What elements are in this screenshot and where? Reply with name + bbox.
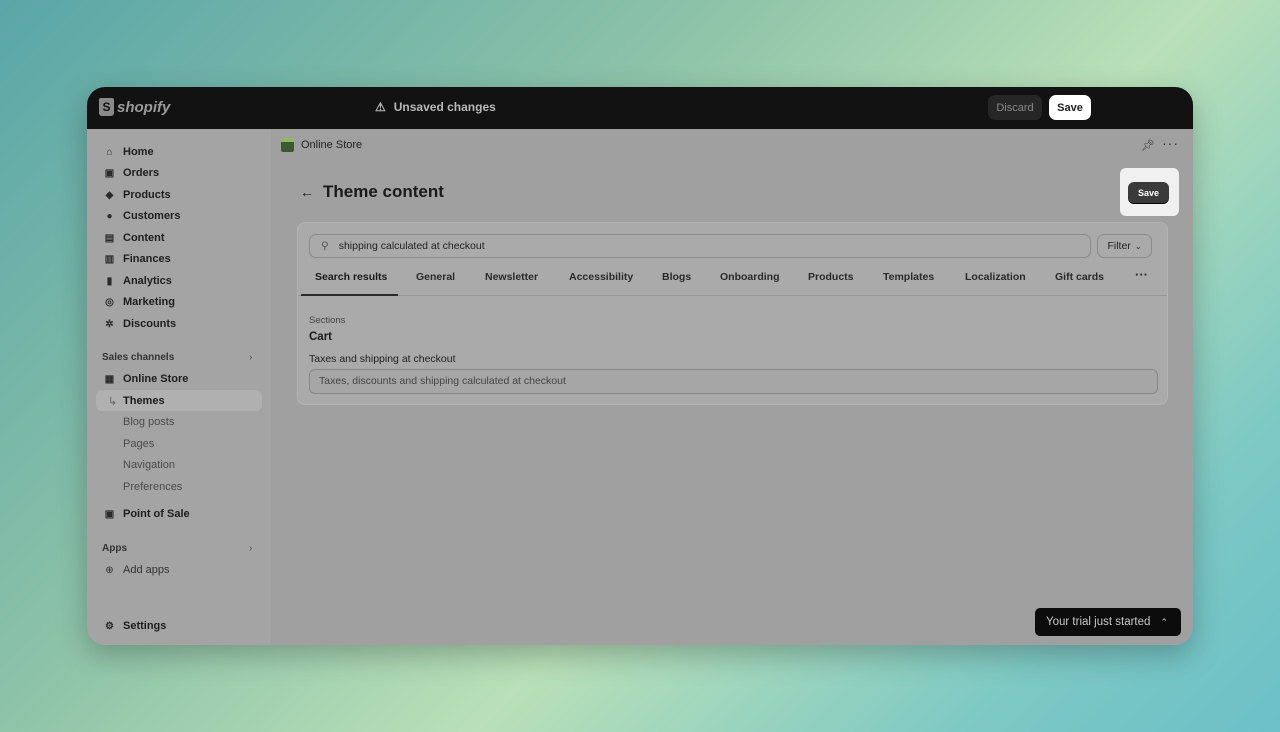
search-value: shipping calculated at checkout bbox=[338, 240, 485, 252]
target-icon: ◎ bbox=[105, 296, 114, 308]
pos-icon: ▣ bbox=[104, 508, 115, 520]
active-tab-indicator bbox=[301, 294, 398, 296]
chevron-right-icon[interactable]: › bbox=[249, 543, 252, 554]
shopify-bag-icon: S bbox=[99, 98, 114, 116]
sidebar-item-point-of-sale[interactable]: ▣ Point of Sale bbox=[104, 508, 190, 520]
sections-label: Sections bbox=[309, 315, 346, 326]
label: Settings bbox=[123, 620, 167, 632]
label: Add apps bbox=[123, 564, 170, 576]
label: Home bbox=[123, 146, 154, 158]
tab-gift-cards[interactable]: Gift cards bbox=[1055, 271, 1104, 283]
tab-accessibility[interactable]: Accessibility bbox=[569, 271, 633, 283]
tab-bar: Search results General Newsletter Access… bbox=[298, 263, 1167, 296]
themes-label[interactable]: Themes bbox=[123, 395, 165, 407]
bank-icon: ▥ bbox=[104, 253, 115, 265]
taxes-shipping-field[interactable]: Taxes, discounts and shipping calculated… bbox=[309, 369, 1158, 394]
logo-text: shopify bbox=[117, 98, 171, 116]
sidebar-item-marketing[interactable]: ◎ Marketing bbox=[104, 296, 175, 308]
tag-icon: ◆ bbox=[105, 189, 114, 201]
tab-general[interactable]: General bbox=[416, 271, 455, 283]
sidebar-item-home[interactable]: ⌂ Home bbox=[104, 146, 154, 158]
sidebar-item-settings[interactable]: ⚙ Settings bbox=[104, 620, 166, 632]
tab-products[interactable]: Products bbox=[808, 271, 854, 283]
label: Orders bbox=[123, 167, 160, 179]
inbox-icon: ▣ bbox=[104, 167, 115, 179]
sidebar-item-content[interactable]: ▤ Content bbox=[104, 232, 165, 244]
status-text: Unsaved changes bbox=[393, 100, 496, 114]
label: Discounts bbox=[123, 318, 177, 330]
save-button-top[interactable]: Save bbox=[1049, 95, 1091, 120]
more-options-icon[interactable]: ··· bbox=[1162, 135, 1179, 151]
search-icon: ⚲ bbox=[321, 240, 329, 252]
more-tabs-icon[interactable]: ··· bbox=[1135, 267, 1148, 282]
page-header: ← Theme content bbox=[300, 182, 444, 202]
main-content: Online Store 📌︎ ··· ← Theme content Save … bbox=[271, 129, 1193, 645]
online-store-icon bbox=[281, 138, 294, 152]
app-window: Sshopify ⚠ Unsaved changes Discard Save ⌂… bbox=[87, 87, 1193, 645]
sidebar-item-discounts[interactable]: ✲ Discounts bbox=[104, 318, 176, 330]
label: Analytics bbox=[123, 275, 172, 287]
person-icon: ● bbox=[106, 210, 113, 222]
sidebar-item-products[interactable]: ◆ Products bbox=[104, 189, 171, 201]
sidebar-item-online-store[interactable]: ▦ Online Store bbox=[104, 373, 189, 385]
save-button[interactable]: Save bbox=[1128, 182, 1169, 203]
home-icon: ⌂ bbox=[106, 146, 113, 158]
pin-icon[interactable]: 📌︎ bbox=[1141, 139, 1155, 152]
tab-templates[interactable]: Templates bbox=[883, 271, 934, 283]
sidebar-item-navigation[interactable]: Navigation bbox=[123, 459, 175, 471]
sidebar-item-analytics[interactable]: ▮ Analytics bbox=[104, 275, 172, 287]
label: Finances bbox=[123, 253, 171, 265]
label: Online Store bbox=[123, 373, 189, 385]
trial-banner[interactable]: Your trial just started ⌃ bbox=[1035, 608, 1181, 636]
add-apps-link[interactable]: ⊕ Add apps bbox=[104, 564, 169, 576]
chevron-up-icon: ⌃ bbox=[1160, 616, 1168, 627]
unsaved-status: ⚠ Unsaved changes bbox=[375, 100, 496, 114]
trial-text: Your trial just started bbox=[1046, 616, 1151, 628]
label: Marketing bbox=[123, 296, 175, 308]
gear-icon: ⚙ bbox=[105, 620, 114, 632]
tree-connector-icon: ↳ bbox=[108, 396, 118, 408]
field-label: Taxes and shipping at checkout bbox=[309, 353, 456, 365]
sidebar-item-blog-posts[interactable]: Blog posts bbox=[123, 416, 174, 428]
tab-blogs[interactable]: Blogs bbox=[662, 271, 691, 283]
apps-heading[interactable]: Apps bbox=[102, 543, 127, 554]
sidebar-item-customers[interactable]: ● Customers bbox=[104, 210, 180, 222]
image-icon: ▤ bbox=[104, 232, 115, 244]
chevron-down-icon: ⌄ bbox=[1134, 241, 1142, 251]
page-title: Theme content bbox=[323, 182, 444, 201]
sidebar-item-orders[interactable]: ▣ Orders bbox=[104, 167, 159, 179]
label: Customers bbox=[123, 210, 181, 222]
sidebar-item-preferences[interactable]: Preferences bbox=[123, 481, 182, 493]
filter-label: Filter bbox=[1107, 240, 1131, 252]
search-input[interactable]: ⚲ shipping calculated at checkout bbox=[309, 234, 1091, 258]
breadcrumb[interactable]: Online Store bbox=[281, 138, 362, 152]
bar-chart-icon: ▮ bbox=[106, 275, 113, 287]
store-icon: ▦ bbox=[104, 373, 115, 385]
theme-content-card: ⚲ shipping calculated at checkout Filter ⌄… bbox=[297, 222, 1168, 405]
chevron-right-icon[interactable]: › bbox=[249, 352, 252, 363]
sidebar: ⌂ Home ▣ Orders ◆ Products ● Customers ▤ Cont… bbox=[87, 129, 271, 645]
tab-newsletter[interactable]: Newsletter bbox=[485, 271, 538, 283]
tab-search-results[interactable]: Search results bbox=[315, 271, 387, 283]
discount-icon: ✲ bbox=[105, 318, 114, 330]
top-bar: Sshopify ⚠ Unsaved changes Discard Save bbox=[87, 87, 1193, 129]
label: Content bbox=[123, 232, 165, 244]
label: Point of Sale bbox=[123, 508, 190, 520]
plus-circle-icon: ⊕ bbox=[105, 564, 114, 576]
sidebar-item-finances[interactable]: ▥ Finances bbox=[104, 253, 171, 265]
back-arrow-icon[interactable]: ← bbox=[300, 184, 314, 200]
shopify-logo[interactable]: Sshopify bbox=[99, 98, 170, 116]
sidebar-item-pages[interactable]: Pages bbox=[123, 438, 154, 450]
label: Products bbox=[123, 189, 171, 201]
section-title: Cart bbox=[309, 331, 333, 343]
breadcrumb-label: Online Store bbox=[301, 139, 363, 151]
discard-button[interactable]: Discard bbox=[988, 95, 1042, 120]
sidebar-item-themes[interactable] bbox=[96, 390, 262, 411]
filter-button[interactable]: Filter ⌄ bbox=[1097, 234, 1152, 258]
tab-localization[interactable]: Localization bbox=[965, 271, 1026, 283]
tab-onboarding[interactable]: Onboarding bbox=[720, 271, 780, 283]
warning-icon: ⚠ bbox=[375, 100, 386, 114]
sales-channels-heading[interactable]: Sales channels bbox=[102, 352, 174, 363]
